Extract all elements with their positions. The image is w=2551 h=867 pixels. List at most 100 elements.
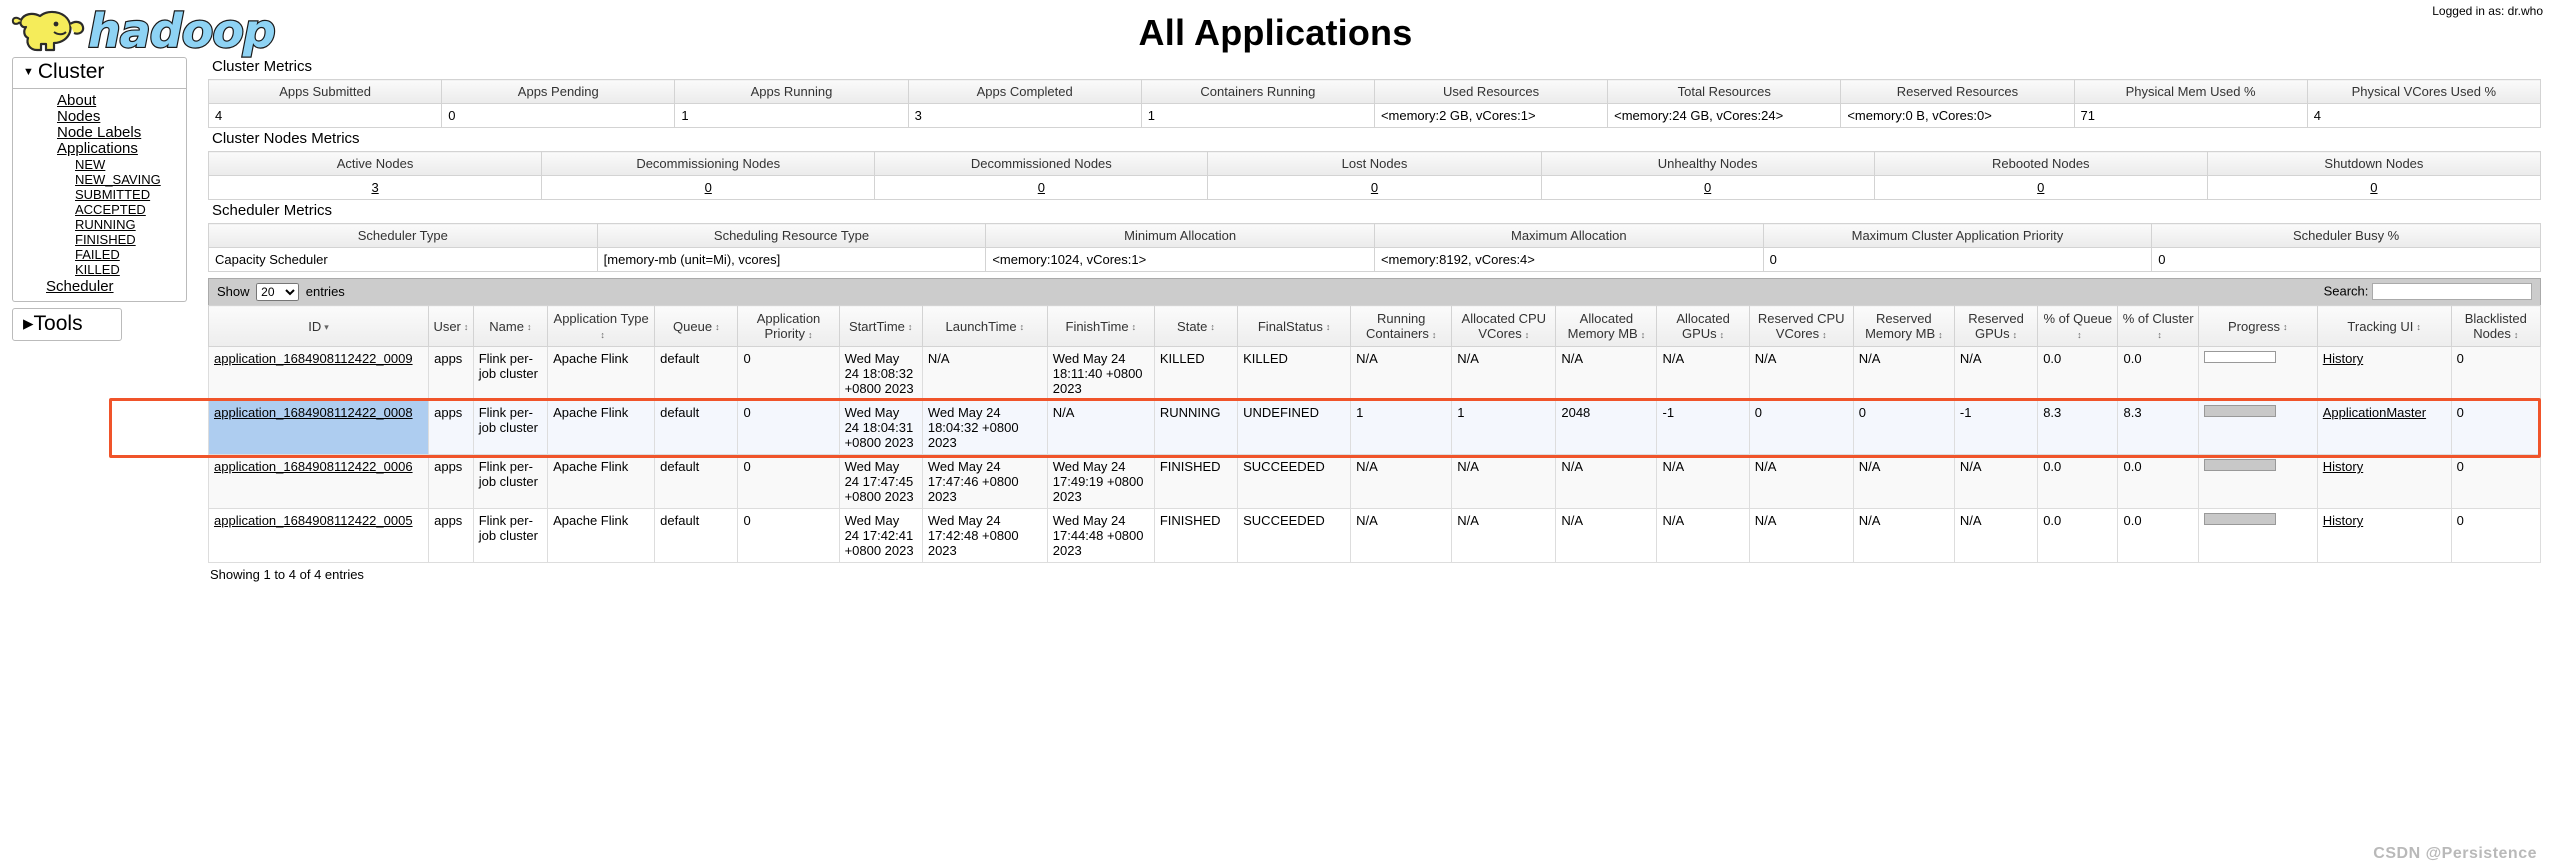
login-status: Logged in as: dr.who xyxy=(2432,4,2543,18)
metric-link[interactable]: 0 xyxy=(1371,180,1378,195)
column-header-user[interactable]: User ↕ xyxy=(428,305,474,347)
table-row[interactable]: application_1684908112422_0008 apps Flink … xyxy=(207,400,2542,455)
column-header-allocated-cpu-vcores[interactable]: Allocated CPU VCores ↕ xyxy=(1451,305,1557,347)
sort-both-icon: ↕ xyxy=(1325,322,1331,333)
column-header-label: Allocated CPU VCores xyxy=(1461,311,1547,341)
table-header-row: Scheduler Type Scheduling Resource Type Mi… xyxy=(208,223,2541,248)
table-row[interactable]: application_1684908112422_0009 apps Flink … xyxy=(207,346,2542,401)
cell-app-type: Apache Flink xyxy=(547,508,656,563)
application-id-link[interactable]: application_1684908112422_0008 xyxy=(214,405,413,420)
datatable-toolbar: Show 20406080100 entries Search: xyxy=(208,278,2541,305)
page-title: All Applications xyxy=(1138,12,1413,53)
sidebar-links: About Nodes Node Labels Applications NEW NEW_… xyxy=(12,89,187,302)
sidebar-section-tools[interactable]: ▸Tools xyxy=(12,308,122,341)
search-input[interactable] xyxy=(2372,283,2532,300)
column-header: Maximum Cluster Application Priority xyxy=(1762,223,2153,248)
column-header-id[interactable]: ID ▾ xyxy=(207,305,430,347)
metric-value: 1 xyxy=(1140,103,1375,128)
application-id-link[interactable]: application_1684908112422_0009 xyxy=(214,351,413,366)
column-header-reserved-gpus[interactable]: Reserved GPUs ↕ xyxy=(1953,305,2039,347)
cell-pct-cluster: 0.0 xyxy=(2117,346,2199,401)
sort-both-icon: ↕ xyxy=(2157,329,2162,340)
cluster-nodes-metrics-title: Cluster Nodes Metrics xyxy=(212,130,360,147)
sidebar-item-node-labels[interactable]: Node Labels xyxy=(13,125,186,141)
sidebar-item-killed[interactable]: KILLED xyxy=(13,262,186,277)
cell-priority: 0 xyxy=(737,400,840,455)
sidebar-item-scheduler[interactable]: Scheduler xyxy=(13,279,186,295)
cell-alloc-memory-mb: N/A xyxy=(1555,454,1658,509)
cell-application-id: application_1684908112422_0006 xyxy=(207,454,430,509)
cell-progress xyxy=(2197,400,2318,455)
sidebar-item-accepted[interactable]: ACCEPTED xyxy=(13,202,186,217)
tracking-ui-link[interactable]: ApplicationMaster xyxy=(2323,405,2426,420)
column-header-progress[interactable]: Progress ↕ xyxy=(2197,305,2318,347)
metric-link[interactable]: 0 xyxy=(2370,180,2377,195)
column-header: Apps Pending xyxy=(441,79,676,104)
metric-link[interactable]: 0 xyxy=(705,180,712,195)
sidebar-section-cluster[interactable]: ▼ Cluster xyxy=(12,57,187,89)
metric-value: <memory:24 GB, vCores:24> xyxy=(1607,103,1842,128)
progress-bar xyxy=(2203,351,2276,363)
column-header-finishtime[interactable]: FinishTime ↕ xyxy=(1046,305,1155,347)
metric-value: 0 xyxy=(2206,175,2542,200)
column-header-reserved-cpu-vcores[interactable]: Reserved CPU VCores ↕ xyxy=(1748,305,1854,347)
column-header: Minimum Allocation xyxy=(985,223,1375,248)
tracking-ui-link[interactable]: History xyxy=(2323,513,2363,528)
sidebar-item-new-saving[interactable]: NEW_SAVING xyxy=(13,172,186,187)
tracking-ui-link[interactable]: History xyxy=(2323,459,2363,474)
cell-name: Flink per-job cluster xyxy=(472,508,549,563)
table-header-row: ID ▾ User ↕ Name ↕ Application Type↕ Queue ↕ Appl… xyxy=(207,305,2542,347)
sidebar-item-applications[interactable]: Applications xyxy=(13,141,186,157)
cell-alloc-gpus: N/A xyxy=(1656,508,1750,563)
sidebar-item-finished[interactable]: FINISHED xyxy=(13,232,186,247)
cell-user: apps xyxy=(428,346,474,401)
column-header-name[interactable]: Name ↕ xyxy=(472,305,549,347)
column-header-starttime[interactable]: StartTime ↕ xyxy=(838,305,923,347)
application-id-link[interactable]: application_1684908112422_0006 xyxy=(214,459,413,474)
column-header: Decommissioning Nodes xyxy=(541,151,876,176)
column-header-allocated-gpus[interactable]: Allocated GPUs ↕ xyxy=(1656,305,1750,347)
metric-link[interactable]: 3 xyxy=(371,180,378,195)
page-header: hadoop All Applications Logged in as: dr… xyxy=(0,0,2551,59)
column-header-reserved-memory-mb[interactable]: Reserved Memory MB ↕ xyxy=(1852,305,1955,347)
column-header--of-cluster[interactable]: % of Cluster ↕ xyxy=(2117,305,2199,347)
sidebar-item-nodes[interactable]: Nodes xyxy=(13,109,186,125)
table-header-row: Active Nodes Decommissioning Nodes Decommi… xyxy=(207,151,2542,176)
metric-link[interactable]: 0 xyxy=(1038,180,1045,195)
column-header-tracking-ui[interactable]: Tracking UI ↕ xyxy=(2316,305,2452,347)
table-row[interactable]: application_1684908112422_0005 apps Flink … xyxy=(207,508,2542,563)
table-row[interactable]: application_1684908112422_0006 apps Flink … xyxy=(207,454,2542,509)
tracking-ui-link[interactable]: History xyxy=(2323,351,2363,366)
sidebar-item-submitted[interactable]: SUBMITTED xyxy=(13,187,186,202)
cell-user: apps xyxy=(428,454,474,509)
sidebar-item-new[interactable]: NEW xyxy=(13,157,186,172)
column-header-label: % of Queue xyxy=(2043,311,2113,326)
entries-per-page-select[interactable]: 20406080100 xyxy=(256,283,300,301)
column-header-blacklisted-nodes[interactable]: Blacklisted Nodes ↕ xyxy=(2450,305,2542,347)
sidebar-item-about[interactable]: About xyxy=(13,93,186,109)
column-header-launchtime[interactable]: LaunchTime ↕ xyxy=(921,305,1048,347)
column-header-finalstatus[interactable]: FinalStatus ↕ xyxy=(1237,305,1352,347)
column-header--of-queue[interactable]: % of Queue ↕ xyxy=(2037,305,2119,347)
cell-final-status: UNDEFINED xyxy=(1237,400,1352,455)
application-id-link[interactable]: application_1684908112422_0005 xyxy=(214,513,413,528)
column-header-running-containers[interactable]: Running Containers ↕ xyxy=(1350,305,1453,347)
column-header-application-priority[interactable]: Application Priority ↕ xyxy=(737,305,840,347)
sidebar-item-failed[interactable]: FAILED xyxy=(13,247,186,262)
datatable-info: Showing 1 to 4 of 4 entries xyxy=(210,567,364,582)
column-header-allocated-memory-mb[interactable]: Allocated Memory MB ↕ xyxy=(1555,305,1658,347)
cell-res-cpu-vcores: N/A xyxy=(1748,454,1854,509)
cell-pct-queue: 0.0 xyxy=(2037,508,2119,563)
column-header-state[interactable]: State ↕ xyxy=(1153,305,1239,347)
column-header: Rebooted Nodes xyxy=(1873,151,2208,176)
cell-finish-time: Wed May 24 18:11:40 +0800 2023 xyxy=(1046,346,1155,401)
column-header-application-type[interactable]: Application Type ↕ xyxy=(547,305,656,347)
entries-length-control: Show 20406080100 entries xyxy=(217,283,345,301)
cell-queue: default xyxy=(654,346,739,401)
cell-alloc-cpu-vcores: 1 xyxy=(1451,400,1557,455)
metric-link[interactable]: 0 xyxy=(2037,180,2044,195)
metric-link[interactable]: 0 xyxy=(1704,180,1711,195)
cell-state: FINISHED xyxy=(1153,454,1239,509)
column-header-queue[interactable]: Queue ↕ xyxy=(654,305,739,347)
sidebar-item-running[interactable]: RUNNING xyxy=(13,217,186,232)
